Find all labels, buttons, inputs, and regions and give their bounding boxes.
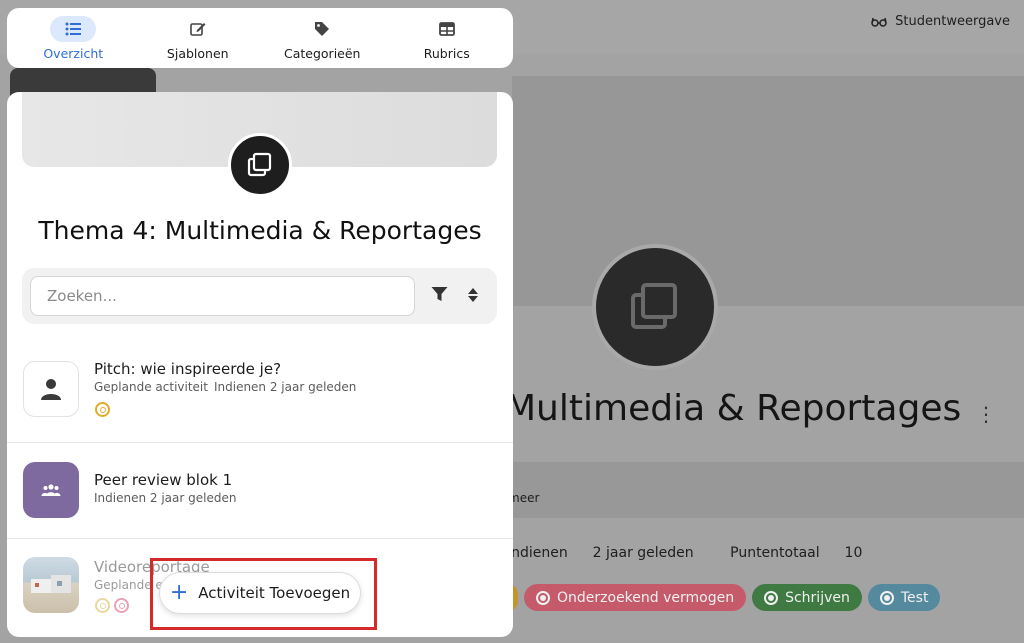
sort-icon[interactable] [467, 285, 479, 309]
background-meta: Indienen 2 jaar geleden Puntentotaal 10 [507, 545, 894, 561]
due-label: Indienen 2 jaar geleden [507, 545, 694, 561]
target-icon [879, 590, 894, 605]
copy-icon [247, 152, 272, 177]
copy-icon [631, 283, 677, 329]
background-banner [512, 76, 1024, 306]
filter-icon[interactable] [431, 286, 448, 306]
target-icon [536, 590, 550, 605]
tag-onderzoekend[interactable]: Onderzoekend vermogen [524, 584, 747, 611]
tab-rubrics[interactable]: Rubrics [387, 16, 507, 61]
student-view-label: Studentweergave [895, 14, 1010, 29]
person-icon [23, 361, 79, 417]
table-icon [424, 16, 470, 42]
tab-categorieen[interactable]: Categorieën [262, 16, 382, 61]
tab-label: Sjablonen [166, 45, 229, 61]
target-icon [95, 402, 110, 417]
search-input[interactable] [30, 276, 415, 316]
add-activity-label: Activiteit Toevoegen [198, 584, 351, 602]
list-icon [50, 15, 97, 42]
group-icon [23, 462, 79, 518]
activity-title: Pitch: wie inspireerde je? [94, 360, 282, 378]
photo-thumbnail [23, 557, 79, 613]
tag-icon [299, 16, 345, 42]
background-more-row [512, 462, 1024, 518]
course-icon [228, 133, 292, 197]
glasses-icon [871, 17, 887, 27]
student-view-toggle[interactable]: Studentweergave [871, 14, 1010, 29]
course-panel: Thema 4: Multimedia & Reportages Pitch: … [7, 92, 513, 637]
tab-label: Categorieën [284, 45, 361, 61]
tab-sjablonen[interactable]: Sjablonen [138, 16, 258, 61]
add-activity-button[interactable]: + Activiteit Toevoegen [159, 572, 361, 614]
list-item[interactable]: Pitch: wie inspireerde je? Geplande acti… [7, 347, 513, 443]
tab-label: Overzicht [43, 45, 104, 61]
edit-icon [175, 16, 221, 42]
target-icon [764, 590, 779, 605]
page-title: Thema 4: Multimedia & Reportages [38, 216, 482, 245]
tab-label: Rubrics [423, 45, 470, 61]
list-item[interactable]: Peer review blok 1 Indienen 2 jaar geled… [7, 443, 513, 539]
tab-overzicht[interactable]: Overzicht [13, 15, 133, 61]
search-bar [22, 268, 497, 324]
goal-tags: Onderzoekend vermogen Schrijven Test [508, 584, 941, 611]
activity-title: Peer review blok 1 [94, 471, 233, 489]
tab-bar: Overzicht Sjablonen Categorieën Rubrics [7, 8, 513, 68]
plus-icon: + [169, 580, 189, 605]
tag-test[interactable]: Test [867, 584, 941, 611]
activity-subtitle: Geplande activiteit Indienen 2 jaar geled… [94, 380, 357, 394]
more-options-icon[interactable]: ⋮ [976, 402, 996, 426]
background-course-icon [592, 244, 718, 370]
tag-schrijven[interactable]: Schrijven [752, 584, 862, 611]
background-title: Multimedia & Reportages [505, 388, 962, 429]
activity-subtitle: Indienen 2 jaar geleden [94, 491, 237, 505]
target-icon [95, 598, 110, 613]
points-label: Puntentotaal 10 [730, 545, 863, 561]
activity-subtitle: Geplande e [94, 578, 163, 592]
target-icon [114, 598, 129, 613]
